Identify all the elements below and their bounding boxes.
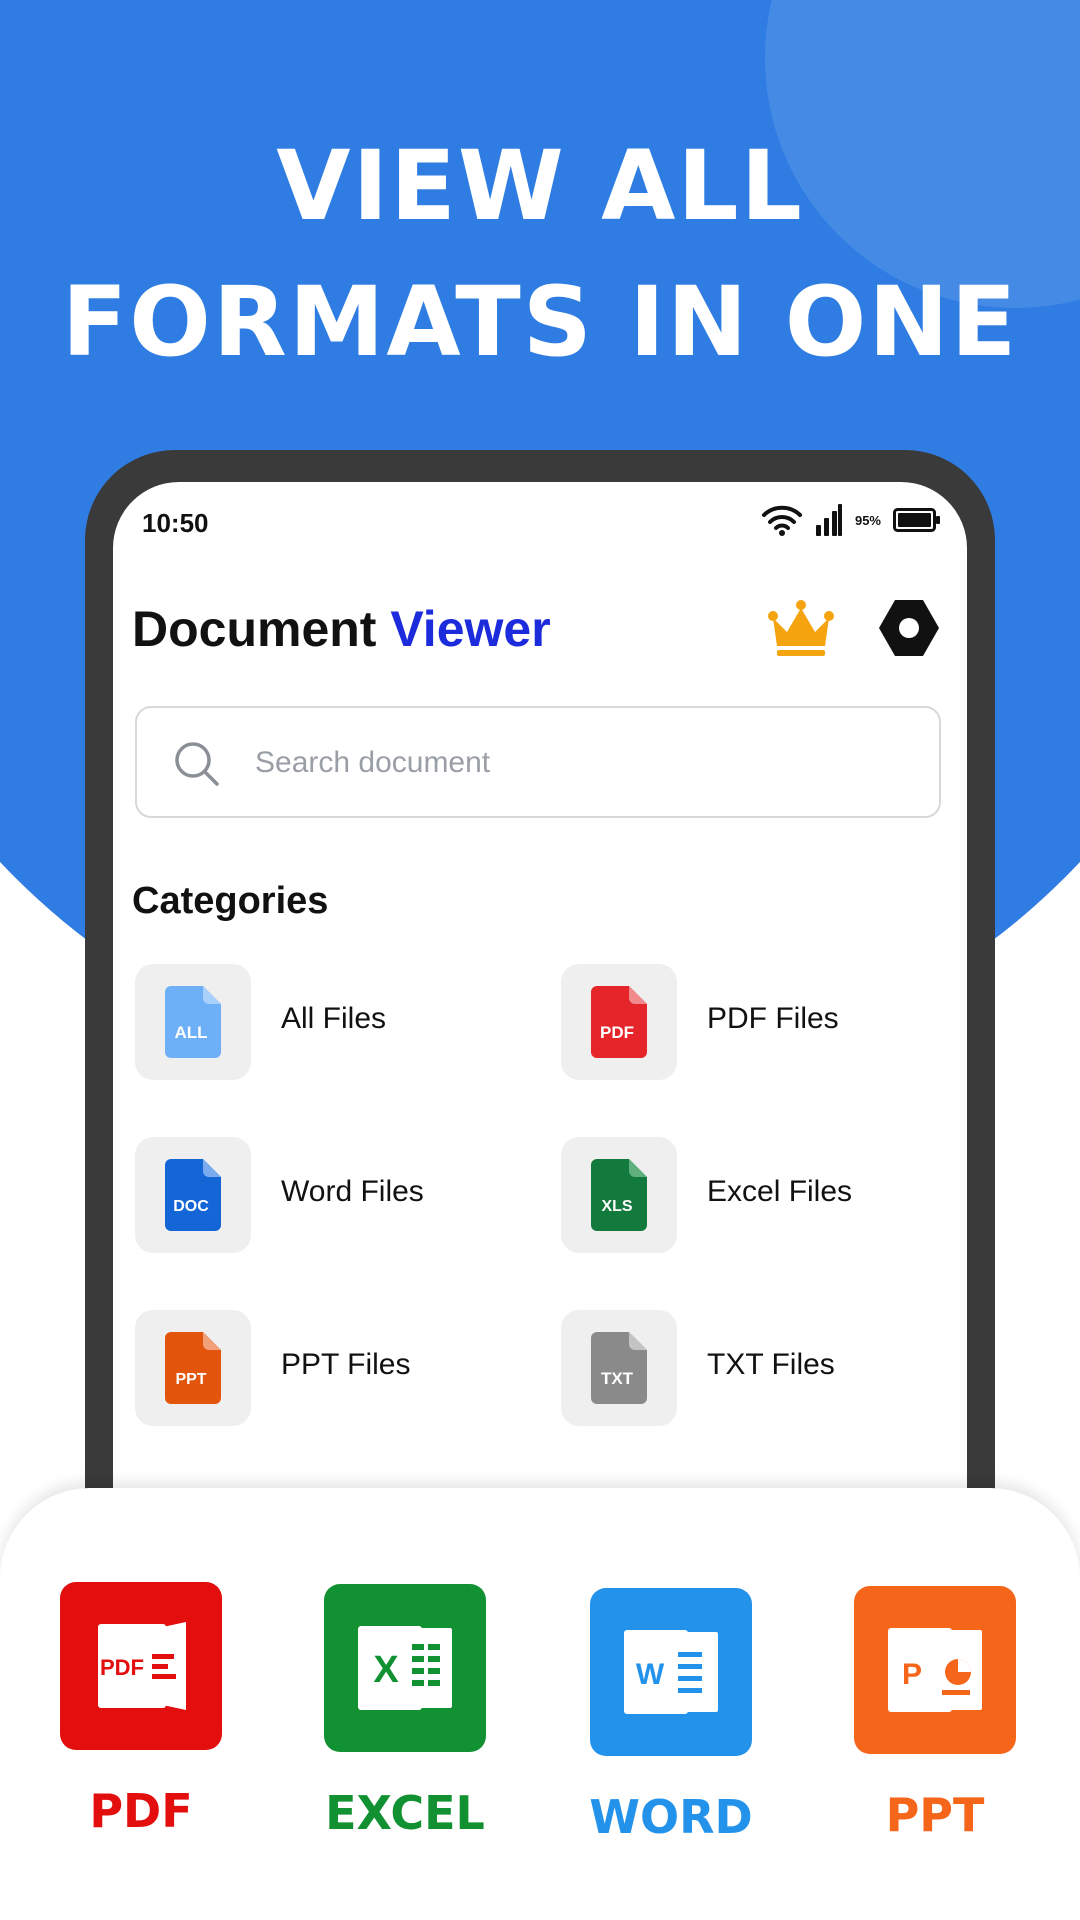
category-excel-files[interactable]: XLS Excel Files <box>561 1137 941 1253</box>
category-tile: DOC <box>135 1137 251 1253</box>
battery-icon <box>893 508 940 532</box>
category-badge: ALL <box>174 1023 207 1042</box>
format-word: W WORD <box>586 1588 756 1844</box>
xls-file-icon: XLS <box>591 1159 647 1231</box>
status-icons: 95% <box>761 500 941 540</box>
search-input[interactable]: Search document <box>255 746 490 780</box>
word-icon: W <box>590 1588 752 1756</box>
format-excel: X EXCEL <box>320 1584 490 1840</box>
all-file-icon: ALL <box>165 986 221 1058</box>
search-bar[interactable]: Search document <box>135 706 941 818</box>
format-panel: PDF PDF X EXCEL W WORD P PPT <box>0 1488 1080 1920</box>
app-title-accent: Viewer <box>390 601 551 657</box>
format-ppt: P PPT <box>850 1586 1020 1842</box>
doc-file-icon: DOC <box>165 1159 221 1231</box>
word-icon-text: W <box>636 1658 665 1691</box>
txt-file-icon: TXT <box>591 1332 647 1404</box>
crown-icon[interactable] <box>765 594 837 666</box>
category-tile: TXT <box>561 1310 677 1426</box>
hero-headline: VIEW ALL FORMATS IN ONE <box>0 118 1080 390</box>
excel-icon-text: X <box>373 1649 399 1691</box>
wifi-icon <box>761 505 802 536</box>
headline-line-2: FORMATS IN ONE <box>61 266 1019 378</box>
status-time: 10:50 <box>142 508 209 538</box>
category-txt-files[interactable]: TXT TXT Files <box>561 1310 941 1426</box>
app-title-main: Document <box>132 601 391 657</box>
category-badge: TXT <box>601 1369 634 1388</box>
pdf-icon: PDF <box>60 1582 222 1750</box>
category-label: TXT Files <box>707 1348 835 1381</box>
ppt-icon-text: P <box>902 1658 922 1691</box>
category-label: Excel Files <box>707 1175 853 1208</box>
categories-heading: Categories <box>132 880 329 922</box>
category-ppt-files[interactable]: PPT PPT Files <box>135 1310 515 1426</box>
app-title: Document Viewer <box>132 600 551 658</box>
phone-screen: 10:50 95% Document Viewer Search documen… <box>113 482 967 1630</box>
settings-icon[interactable] <box>877 596 941 660</box>
format-label: PDF <box>89 1784 193 1838</box>
ppt-icon: P <box>854 1586 1016 1754</box>
format-label: PPT <box>885 1788 985 1842</box>
format-label: EXCEL <box>325 1786 485 1840</box>
category-tile: ALL <box>135 964 251 1080</box>
category-label: Word Files <box>281 1175 424 1208</box>
category-all-files[interactable]: ALL All Files <box>135 964 515 1080</box>
category-badge: DOC <box>173 1198 209 1215</box>
format-label: WORD <box>589 1790 753 1844</box>
category-tile: PDF <box>561 964 677 1080</box>
ppt-file-icon: PPT <box>165 1332 221 1404</box>
category-pdf-files[interactable]: PDF PDF Files <box>561 964 941 1080</box>
headline-line-1: VIEW ALL <box>276 130 804 242</box>
format-pdf: PDF PDF <box>56 1582 226 1838</box>
search-icon <box>175 742 219 786</box>
category-label: PPT Files <box>281 1348 411 1381</box>
excel-icon: X <box>324 1584 486 1752</box>
category-badge: PPT <box>175 1371 206 1388</box>
category-badge: XLS <box>601 1198 632 1215</box>
signal-icon <box>815 504 842 536</box>
category-label: All Files <box>281 1002 387 1035</box>
pdf-file-icon: PDF <box>591 986 647 1058</box>
category-tile: PPT <box>135 1310 251 1426</box>
category-badge: PDF <box>600 1023 634 1042</box>
category-word-files[interactable]: DOC Word Files <box>135 1137 515 1253</box>
pdf-icon-text: PDF <box>100 1655 144 1680</box>
category-label: PDF Files <box>707 1002 839 1035</box>
phone-frame: 10:50 95% Document Viewer Search documen… <box>85 450 995 1630</box>
category-tile: XLS <box>561 1137 677 1253</box>
battery-percent: 95% <box>854 512 881 528</box>
